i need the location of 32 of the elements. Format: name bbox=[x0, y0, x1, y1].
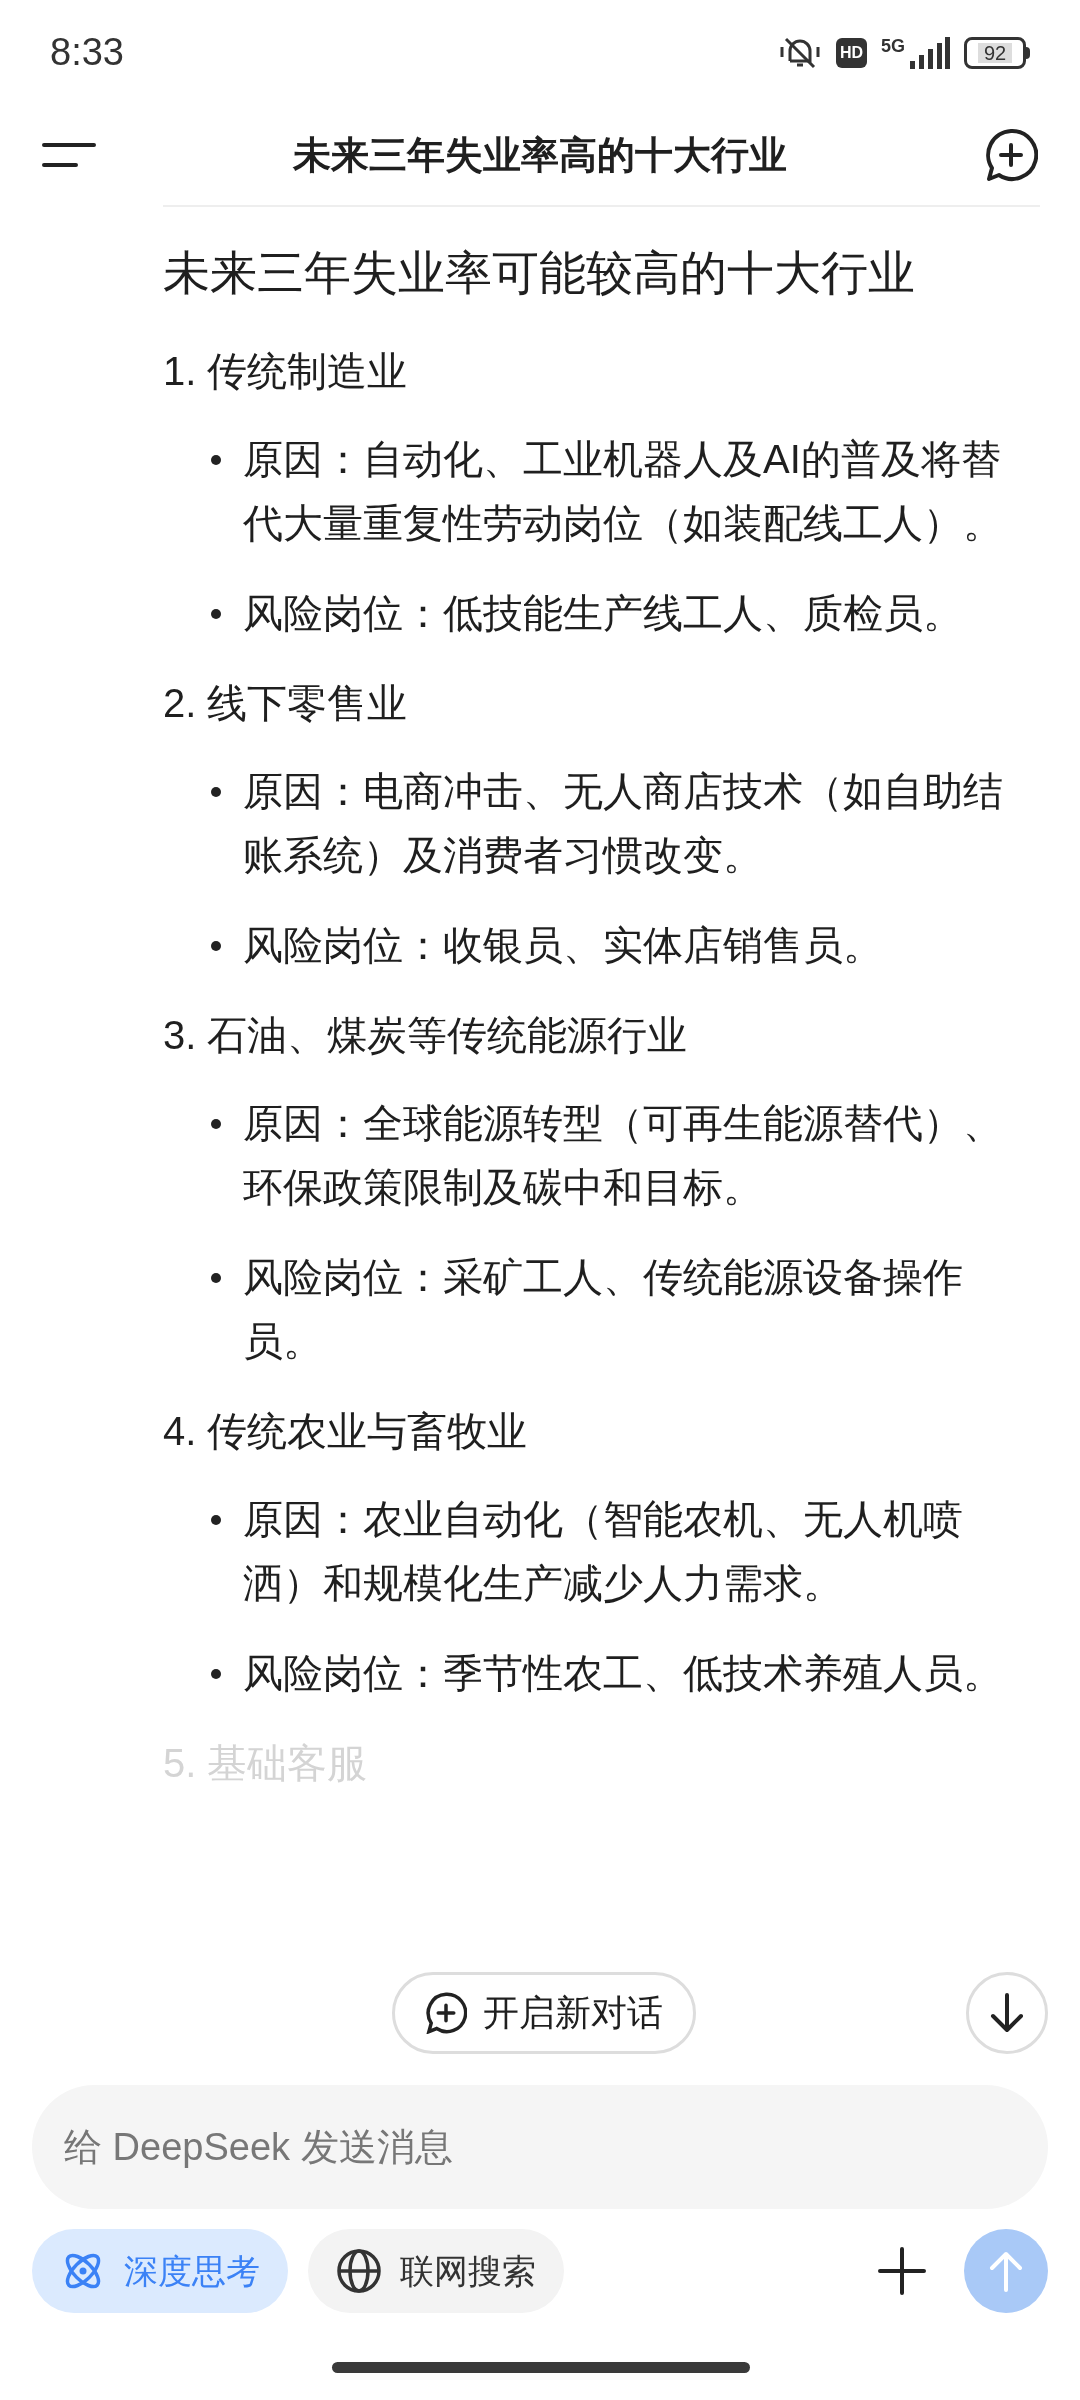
chat-title: 未来三年失业率高的十大行业 bbox=[293, 132, 787, 178]
section-title: 传统制造业 bbox=[207, 348, 407, 395]
bullet-text: 风险岗位：低技能生产线工人、质检员。 bbox=[243, 590, 963, 637]
section-title: 线下零售业 bbox=[207, 680, 407, 727]
bullet-text: 风险岗位：采矿工人、传统能源设备操作员。 bbox=[243, 1254, 964, 1365]
bullet-text: 风险岗位：收银员、实体店销售员。 bbox=[243, 922, 883, 969]
section-title: 石油、煤炭等传统能源行业 bbox=[207, 1012, 687, 1059]
menu-icon[interactable] bbox=[42, 142, 96, 168]
bullet-text: 原因：全球能源转型（可再生能源替代）、环保政策限制及碳中和目标。 bbox=[243, 1100, 1004, 1211]
plus-icon[interactable] bbox=[878, 2247, 926, 2295]
signal-icon bbox=[908, 36, 950, 69]
article-heading: 未来三年失业率可能较高的十大行业 bbox=[163, 245, 916, 301]
hd-badge: HD bbox=[835, 37, 867, 68]
message-input[interactable]: 给 DeepSeek 发送消息 bbox=[32, 2085, 1048, 2209]
list-number: 4. bbox=[163, 1408, 198, 1455]
new-chat-button[interactable]: 开启新对话 bbox=[392, 1972, 696, 2054]
new-chat-icon[interactable] bbox=[984, 128, 1038, 182]
list-number: 3. bbox=[163, 1012, 198, 1059]
status-time: 8:33 bbox=[50, 30, 124, 75]
bullet-text: 风险岗位：季节性农工、低技术养殖人员。 bbox=[243, 1650, 1003, 1697]
list-number: 2. bbox=[163, 680, 198, 727]
list-number: 1. bbox=[163, 348, 198, 395]
globe-icon bbox=[336, 2248, 382, 2294]
network-label: 5G bbox=[881, 36, 905, 55]
bullet-text: 原因：电商冲击、无人商店技术（如自助结账系统）及消费者习惯改变。 bbox=[243, 768, 1004, 879]
bullet-text: 原因：农业自动化（智能农机、无人机喷洒）和规模化生产减少人力需求。 bbox=[243, 1496, 964, 1607]
section-title: 传统农业与畜牧业 bbox=[207, 1408, 527, 1455]
new-chat-icon bbox=[425, 1992, 467, 2034]
up-arrow-icon bbox=[989, 2250, 1023, 2292]
bullet-text: 原因：自动化、工业机器人及AI的普及将替代大量重复性劳动岗位（如装配线工人）。 bbox=[243, 436, 1004, 547]
mode-toggle[interactable]: 联网搜索 bbox=[308, 2229, 564, 2313]
down-arrow-icon bbox=[990, 1993, 1024, 2033]
